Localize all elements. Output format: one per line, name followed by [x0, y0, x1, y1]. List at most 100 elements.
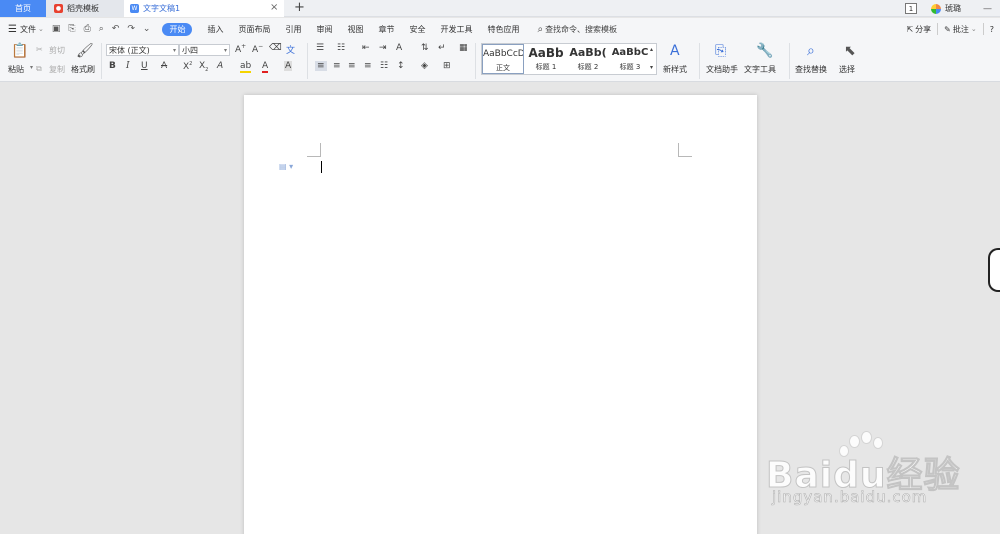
- subscript-icon[interactable]: X2: [199, 61, 208, 73]
- divider: [789, 43, 790, 79]
- menu-page-layout[interactable]: 页面布局: [238, 24, 270, 35]
- change-case-icon[interactable]: A: [396, 43, 402, 53]
- bullet-list-icon[interactable]: ☰: [316, 43, 324, 53]
- text-effect-icon[interactable]: A: [217, 61, 223, 71]
- clear-format-icon[interactable]: ⌫: [269, 43, 282, 53]
- copy-button[interactable]: 复制: [49, 64, 65, 75]
- tab-home[interactable]: 首页: [0, 0, 46, 17]
- menu-developer[interactable]: 开发工具: [440, 24, 472, 35]
- window-count-badge[interactable]: 1: [905, 3, 917, 14]
- align-left-icon[interactable]: ≡: [315, 61, 327, 71]
- tab-close-icon[interactable]: ×: [270, 2, 278, 13]
- print-preview-icon[interactable]: ⌕: [99, 24, 104, 34]
- gallery-scroll-up-icon[interactable]: ▴: [650, 46, 653, 53]
- shading-icon[interactable]: ◈: [421, 61, 428, 71]
- document-page[interactable]: ▤ ▾: [244, 95, 757, 534]
- style-gallery: AaBbCcD 正文 AaBb 标题 1 AaBb( 标题 2 AaBbC 标题…: [481, 43, 657, 75]
- customize-toolbar-icon[interactable]: ⌄: [143, 24, 151, 34]
- copy-icon[interactable]: ⧉: [36, 64, 42, 74]
- undo-icon[interactable]: ↶: [112, 24, 120, 34]
- font-color-icon[interactable]: A: [262, 61, 269, 73]
- menu-insert[interactable]: 插入: [207, 24, 223, 35]
- print-icon[interactable]: ⎙: [84, 24, 91, 34]
- grow-font-icon[interactable]: A+: [235, 43, 246, 55]
- doc-assistant-icon[interactable]: ⎘: [715, 43, 726, 59]
- command-search-placeholder: 查找命令、搜索模板: [545, 24, 618, 34]
- menu-view[interactable]: 视图: [347, 24, 363, 35]
- numbered-list-icon[interactable]: ☷: [337, 43, 345, 53]
- paragraph-layout-icon[interactable]: ▤ ▾: [279, 162, 293, 171]
- new-tab-button[interactable]: +: [294, 0, 305, 16]
- comment-button[interactable]: 批注: [953, 24, 969, 35]
- superscript-icon[interactable]: X2: [183, 61, 192, 72]
- menu-references[interactable]: 引用: [285, 24, 301, 35]
- menu-review[interactable]: 审阅: [316, 24, 332, 35]
- save-icon[interactable]: ▣: [52, 24, 61, 34]
- format-painter-icon[interactable]: 🖌: [76, 43, 94, 59]
- new-style-icon[interactable]: A: [670, 43, 680, 59]
- justify-icon[interactable]: ≡: [364, 61, 372, 71]
- char-shading-icon[interactable]: A: [284, 61, 293, 71]
- bold-icon[interactable]: B: [109, 61, 116, 71]
- new-style-button[interactable]: 新样式: [663, 64, 687, 75]
- command-search[interactable]: ⌕ 查找命令、搜索模板: [537, 24, 617, 35]
- tab-document[interactable]: W 文字文稿1: [124, 0, 284, 17]
- border-icon[interactable]: ⊞: [443, 61, 451, 71]
- select-button[interactable]: 选择: [839, 64, 855, 75]
- menu-chapter[interactable]: 章节: [378, 24, 394, 35]
- find-replace-button[interactable]: 查找替换: [795, 64, 827, 75]
- share-button[interactable]: 分享: [915, 24, 931, 35]
- highlight-icon[interactable]: ab: [240, 61, 252, 73]
- minimize-button[interactable]: —: [983, 4, 992, 14]
- underline-icon[interactable]: U: [141, 61, 148, 71]
- find-icon[interactable]: ⌕: [807, 43, 815, 59]
- hamburger-icon: ☰: [8, 23, 17, 35]
- file-menu[interactable]: ☰ 文件 ⌄: [8, 24, 44, 35]
- paste-icon[interactable]: 📋: [11, 43, 28, 59]
- font-size-select[interactable]: 小四 ▾: [179, 44, 230, 56]
- style-heading3[interactable]: AaBbC 标题 3: [609, 44, 651, 74]
- user-avatar[interactable]: [931, 3, 941, 14]
- assistant-mascot-icon[interactable]: [988, 248, 1000, 292]
- cut-button[interactable]: 剪切: [49, 45, 65, 56]
- user-name[interactable]: 琥璐: [945, 3, 961, 14]
- redo-icon[interactable]: ↷: [127, 24, 135, 34]
- increase-indent-icon[interactable]: ⇥: [379, 43, 387, 53]
- pinyin-guide-icon[interactable]: 文: [286, 43, 295, 56]
- cut-icon[interactable]: ✂: [36, 45, 43, 54]
- style-normal[interactable]: AaBbCcD 正文: [482, 44, 524, 74]
- style-heading1[interactable]: AaBb 标题 1: [525, 44, 567, 74]
- share-icon[interactable]: ⇱: [906, 25, 913, 34]
- comment-icon[interactable]: ✎: [944, 25, 951, 34]
- paste-button[interactable]: 粘贴: [8, 64, 24, 75]
- tab-template[interactable]: ● 稻壳模板: [46, 0, 124, 17]
- doc-assistant-button[interactable]: 文档助手: [706, 64, 738, 75]
- font-name-select[interactable]: 宋体 (正文) ▾: [106, 44, 179, 56]
- export-pdf-icon[interactable]: ⎘: [68, 24, 75, 34]
- tab-template-label: 稻壳模板: [67, 4, 99, 13]
- menu-start[interactable]: 开始: [162, 22, 193, 36]
- text-tools-button[interactable]: 文字工具: [744, 64, 776, 75]
- wrench-icon[interactable]: 🔧: [756, 43, 773, 59]
- strikethrough-icon[interactable]: A: [161, 61, 167, 71]
- shrink-font-icon[interactable]: A−: [252, 43, 263, 55]
- menu-bar: ☰ 文件 ⌄ ▣ ⎘ ⎙ ⌕ ↶ ↷ ⌄ 开始 插入 页面布局 引用 审阅 视图…: [0, 18, 1000, 40]
- style-heading2[interactable]: AaBb( 标题 2: [567, 44, 609, 74]
- format-painter-button[interactable]: 格式刷: [71, 64, 95, 75]
- line-break-icon[interactable]: ↵: [438, 43, 446, 53]
- align-right-icon[interactable]: ≡: [348, 61, 356, 71]
- chevron-down-icon[interactable]: ⌄: [971, 25, 977, 33]
- italic-icon[interactable]: I: [126, 61, 130, 71]
- menu-security[interactable]: 安全: [409, 24, 425, 35]
- menu-featured-apps[interactable]: 特色应用: [487, 24, 519, 35]
- sort-icon[interactable]: ⇅: [421, 43, 429, 53]
- help-button[interactable]: ?: [990, 25, 994, 34]
- chevron-down-icon[interactable]: ▾: [30, 64, 33, 71]
- align-center-icon[interactable]: ≡: [333, 61, 341, 71]
- gallery-more-icon[interactable]: ▾: [650, 64, 653, 71]
- distributed-icon[interactable]: ☷: [380, 61, 388, 71]
- decrease-indent-icon[interactable]: ⇤: [362, 43, 370, 53]
- table-icon[interactable]: ▦: [459, 43, 468, 53]
- select-cursor-icon[interactable]: ⬉: [844, 43, 856, 59]
- line-spacing-icon[interactable]: ↕: [397, 61, 405, 71]
